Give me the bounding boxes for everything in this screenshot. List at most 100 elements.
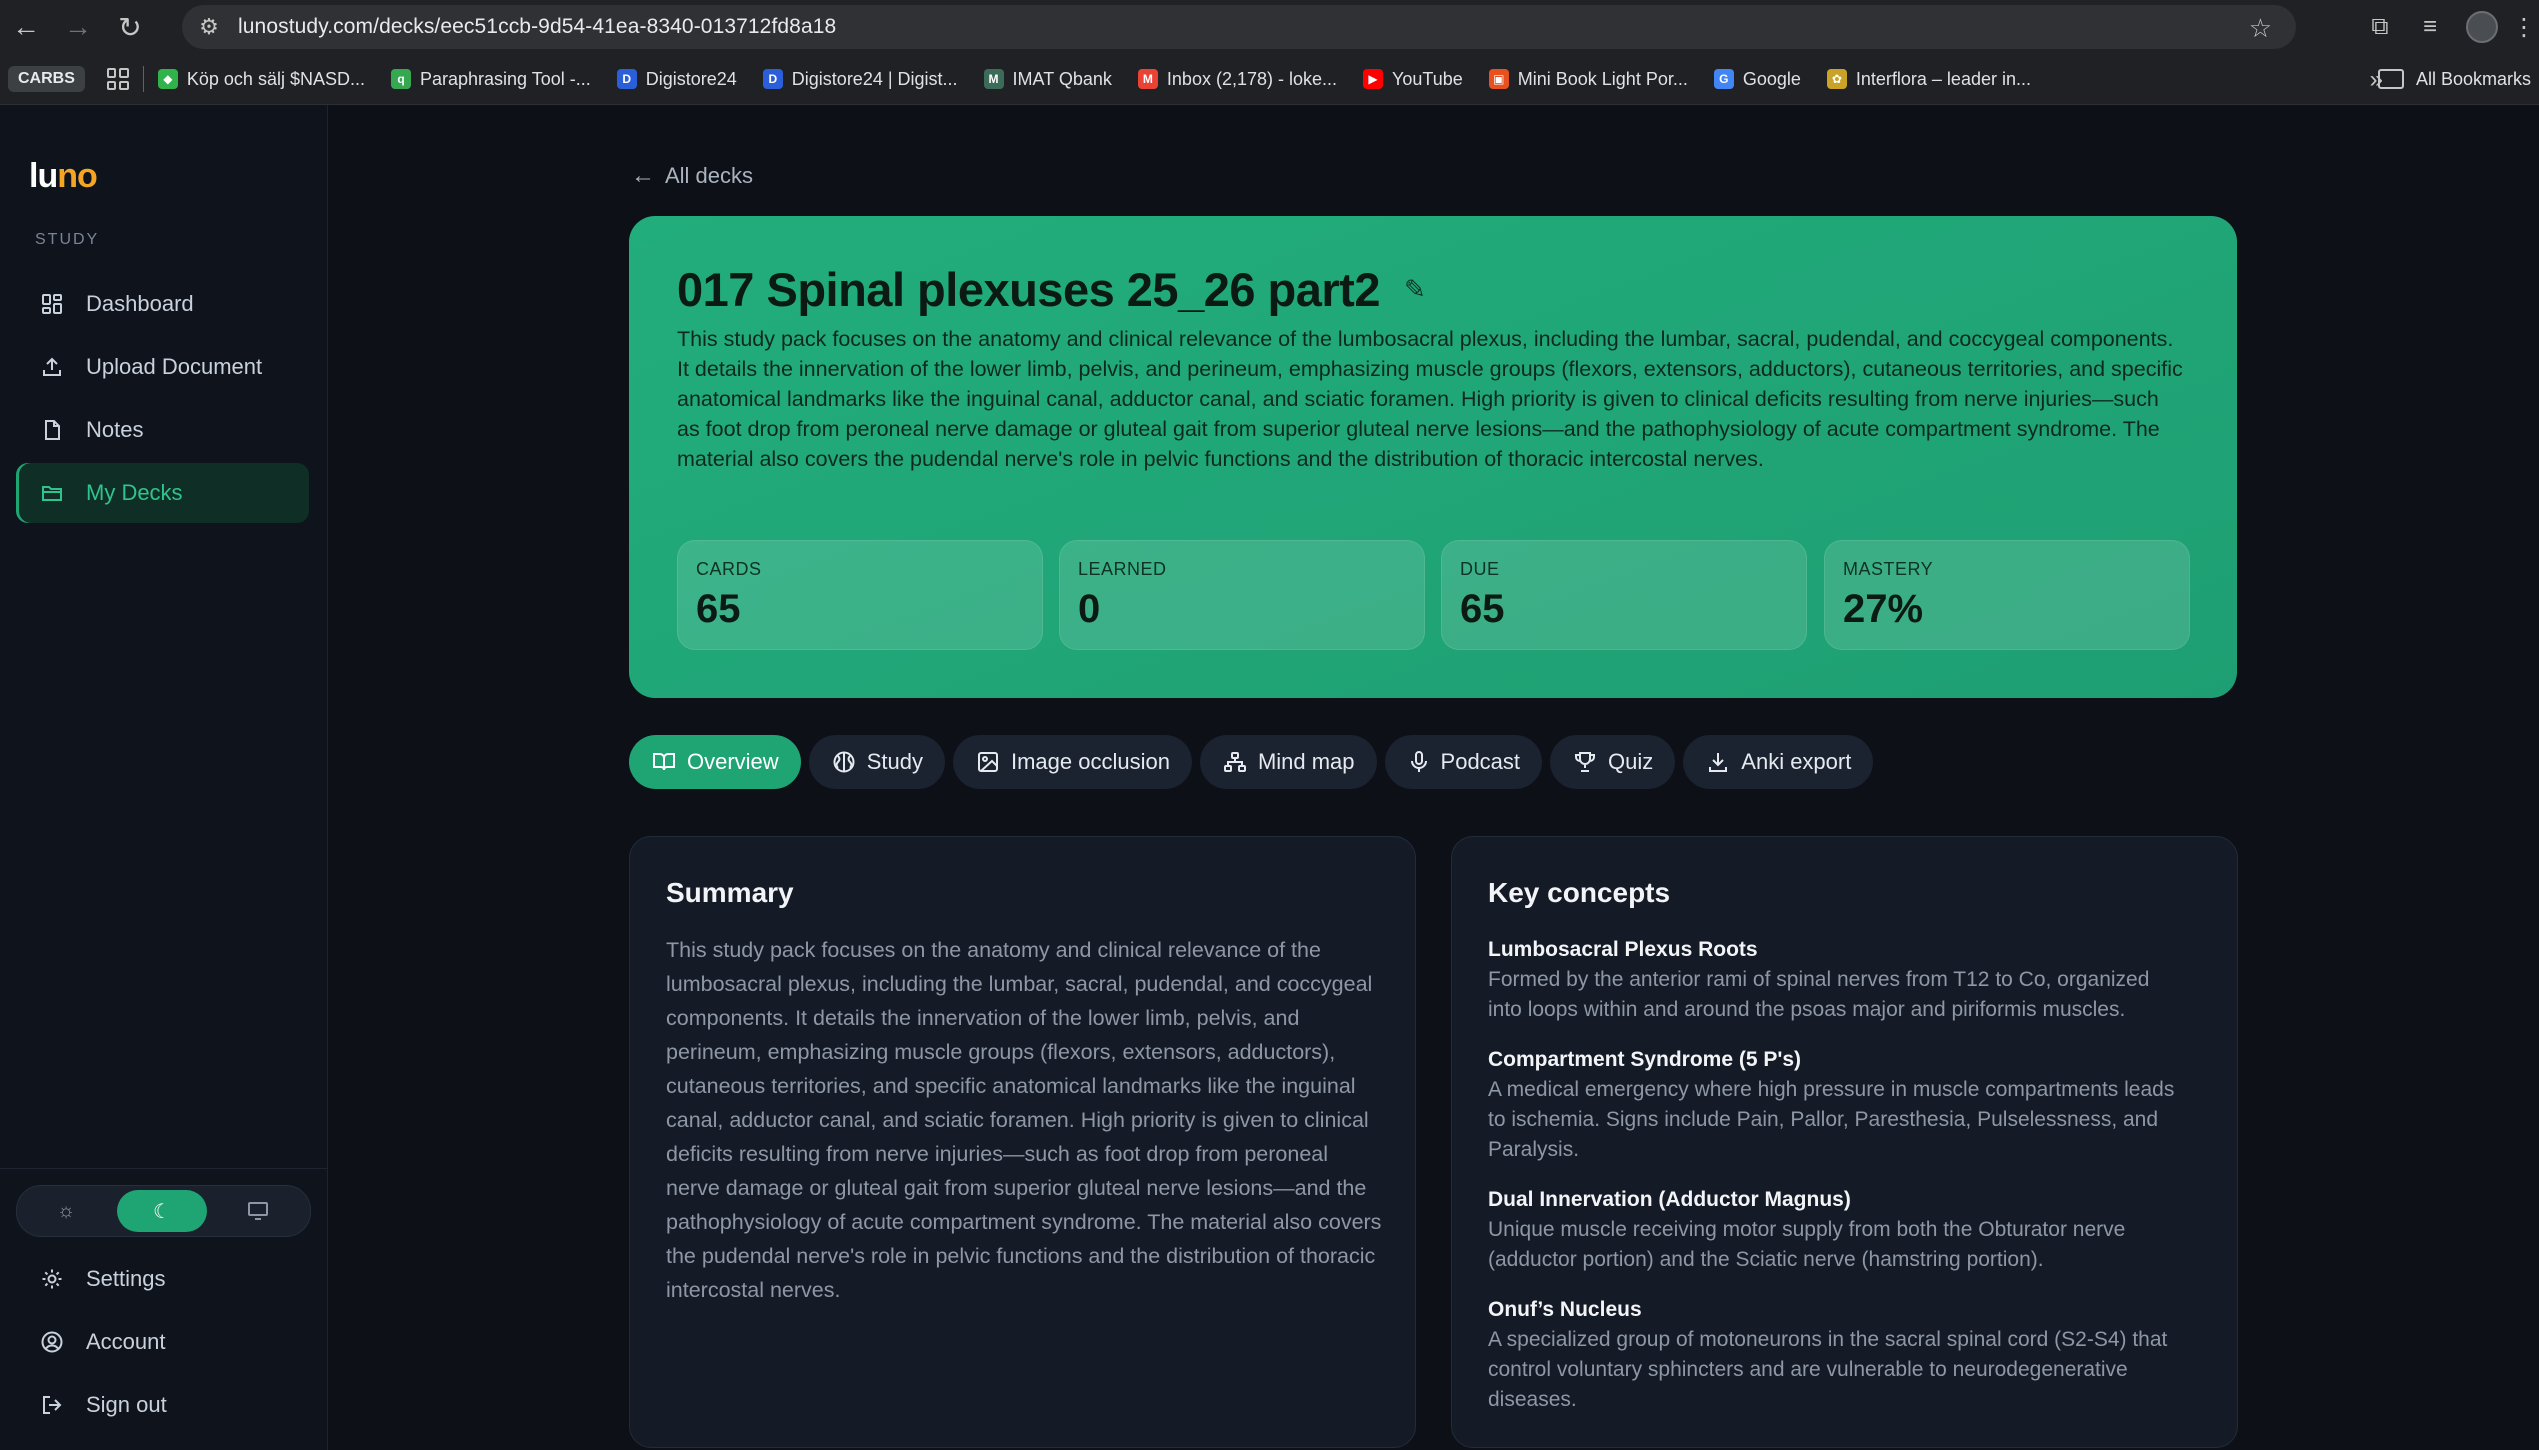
download-icon: [1707, 751, 1729, 773]
sidebar-item-account[interactable]: Account: [16, 1312, 309, 1372]
tab-mind-map[interactable]: Mind map: [1199, 735, 1377, 789]
bookmark-label: IMAT Qbank: [1012, 68, 1112, 89]
upload-icon: [38, 356, 66, 378]
bookmark-item[interactable]: ▣ Mini Book Light Por...: [1488, 69, 1688, 90]
reload-icon[interactable]: ↻: [104, 0, 156, 54]
stat-value: 65: [1460, 587, 1505, 631]
sidebar-item-my-decks[interactable]: My Decks: [16, 463, 309, 523]
bookmark-item[interactable]: ✿ Interflora – leader in...: [1826, 68, 2031, 90]
concept-title: Dual Innervation (Adductor Magnus): [1488, 1188, 1851, 1211]
key-concepts-heading: Key concepts: [1488, 877, 1671, 908]
bookmark-item[interactable]: D Digistore24: [616, 69, 737, 90]
back-arrow-icon[interactable]: ←: [0, 0, 52, 54]
quillbot-icon: q: [390, 69, 411, 89]
bookmark-label: Inbox (2,178) - loke...: [1166, 68, 1338, 89]
back-link-label: All decks: [665, 163, 754, 188]
sidebar-item-label: Account: [86, 1329, 166, 1354]
deck-title-text: 017 Spinal plexuses 25_26 part2: [677, 263, 1380, 316]
media-queue-icon[interactable]: ≡: [2405, 13, 2455, 41]
brain-icon: [833, 751, 855, 773]
apps-grid-icon[interactable]: [106, 68, 129, 90]
sidebar-item-sign-out[interactable]: Sign out: [16, 1375, 309, 1435]
microphone-icon: [1409, 751, 1429, 773]
deck-description: This study pack focuses on the anatomy a…: [677, 327, 2183, 471]
stat-label: LEARNED: [1078, 559, 1167, 579]
system-theme-monitor-icon[interactable]: [213, 1190, 303, 1232]
key-concepts-list: Lumbosacral Plexus Roots Formed by the a…: [1488, 935, 2188, 1435]
sidebar-item-label: Sign out: [86, 1392, 167, 1417]
site-settings-icon[interactable]: ⚙: [194, 14, 224, 40]
sidebar-item-dashboard[interactable]: Dashboard: [16, 274, 309, 334]
key-concepts-card: Key concepts Lumbosacral Plexus Roots Fo…: [1451, 836, 2238, 1448]
gmail-icon: M: [1137, 69, 1158, 89]
deck-header-card: 017 Spinal plexuses 25_26 part2 ✎ This s…: [629, 216, 2237, 698]
bookmark-item[interactable]: ▶ YouTube: [1363, 69, 1463, 90]
stat-label: MASTERY: [1843, 559, 1934, 579]
tab-podcast[interactable]: Podcast: [1384, 735, 1543, 789]
tab-quiz[interactable]: Quiz: [1550, 735, 1676, 789]
summary-card: Summary This study pack focuses on the a…: [629, 836, 1416, 1448]
digistore-icon: D: [762, 69, 783, 89]
forward-arrow-icon[interactable]: →: [52, 0, 104, 54]
address-bar[interactable]: ⚙ lunostudy.com/decks/eec51ccb-9d54-41ea…: [182, 5, 2296, 49]
tab-label: Podcast: [1440, 749, 1521, 774]
tab-study[interactable]: Study: [808, 735, 945, 789]
bookmark-label: Köp och sälj $NASD...: [186, 68, 365, 89]
sidebar-item-label: Notes: [86, 417, 144, 442]
sidebar-item-upload-document[interactable]: Upload Document: [16, 337, 309, 397]
concept-item: Dual Innervation (Adductor Magnus) Uniqu…: [1488, 1185, 2188, 1275]
digistore-icon: D: [616, 69, 637, 89]
tab-image-occlusion[interactable]: Image occlusion: [952, 735, 1192, 789]
mindmap-icon: [1223, 751, 1246, 773]
bookmark-label: Paraphrasing Tool -...: [419, 68, 591, 89]
url-text[interactable]: lunostudy.com/decks/eec51ccb-9d54-41ea-8…: [238, 15, 836, 39]
tab-overview[interactable]: Overview: [629, 735, 801, 789]
stat-learned: LEARNED 0: [1059, 540, 1425, 650]
logo-part-lu: lu: [29, 157, 58, 195]
sidebar-item-label: Upload Document: [86, 354, 263, 379]
youtube-icon: ▶: [1363, 69, 1384, 89]
sidebar-item-notes[interactable]: Notes: [16, 400, 309, 460]
tab-label: Anki export: [1741, 749, 1852, 774]
tab-label: Image occlusion: [1010, 749, 1170, 774]
dark-theme-moon-icon[interactable]: ☾: [117, 1190, 207, 1232]
sidebar: luno STUDY Dashboard Upload Document Not…: [0, 105, 328, 1450]
account-icon: [38, 1331, 66, 1353]
light-theme-sun-icon[interactable]: ☼: [21, 1190, 111, 1232]
tab-label: Quiz: [1608, 749, 1654, 774]
stat-mastery: MASTERY 27%: [1824, 540, 2190, 650]
imat-icon: M: [983, 69, 1004, 89]
deck-tabs: Overview Study Image occlusion Mind map …: [629, 735, 1881, 789]
bookmark-star-icon[interactable]: ☆: [2249, 13, 2272, 44]
sidebar-item-label: My Decks: [86, 480, 183, 505]
bookmark-label: Interflora – leader in...: [1855, 68, 2031, 89]
bookmark-item[interactable]: M Inbox (2,178) - loke...: [1137, 68, 1338, 90]
extensions-icon[interactable]: ⧉: [2355, 13, 2405, 41]
stat-cards: CARDS 65: [677, 540, 1043, 650]
browser-menu-icon[interactable]: ⋮: [2509, 13, 2539, 42]
interflora-icon: ✿: [1826, 69, 1847, 89]
tab-anki-export[interactable]: Anki export: [1683, 735, 1874, 789]
bookmark-item[interactable]: M IMAT Qbank: [983, 68, 1112, 90]
deck-title: 017 Spinal plexuses 25_26 part2 ✎: [677, 262, 1426, 317]
bookmark-item[interactable]: G Google: [1713, 69, 1801, 90]
profile-avatar[interactable]: [2466, 11, 2498, 43]
concept-description: A medical emergency where high pressure …: [1488, 1078, 2175, 1161]
tab-label: Overview: [687, 749, 779, 774]
bookmark-item[interactable]: ◆ Köp och sälj $NASD...: [157, 68, 365, 90]
back-to-all-decks-link[interactable]: ← All decks: [631, 162, 753, 190]
concept-item: Lumbosacral Plexus Roots Formed by the a…: [1488, 935, 2188, 1025]
concept-description: A specialized group of motoneurons in th…: [1488, 1328, 2168, 1411]
sidebar-item-settings[interactable]: Settings: [16, 1249, 309, 1309]
carbs-bookmark[interactable]: CARBS: [8, 66, 85, 92]
stat-label: CARDS: [696, 559, 762, 579]
all-bookmarks-button[interactable]: All Bookmarks: [2377, 54, 2539, 104]
image-icon: [977, 751, 999, 773]
stat-due: DUE 65: [1441, 540, 1807, 650]
bookmark-item[interactable]: D Digistore24 | Digist...: [762, 69, 958, 90]
bookmark-item[interactable]: q Paraphrasing Tool -...: [390, 68, 591, 90]
edit-pencil-icon[interactable]: ✎: [1404, 274, 1426, 305]
luno-logo[interactable]: luno: [29, 157, 98, 196]
google-icon: G: [1713, 69, 1734, 89]
browser-toolbar: ← → ↻ ⚙ lunostudy.com/decks/eec51ccb-9d5…: [0, 0, 2539, 54]
